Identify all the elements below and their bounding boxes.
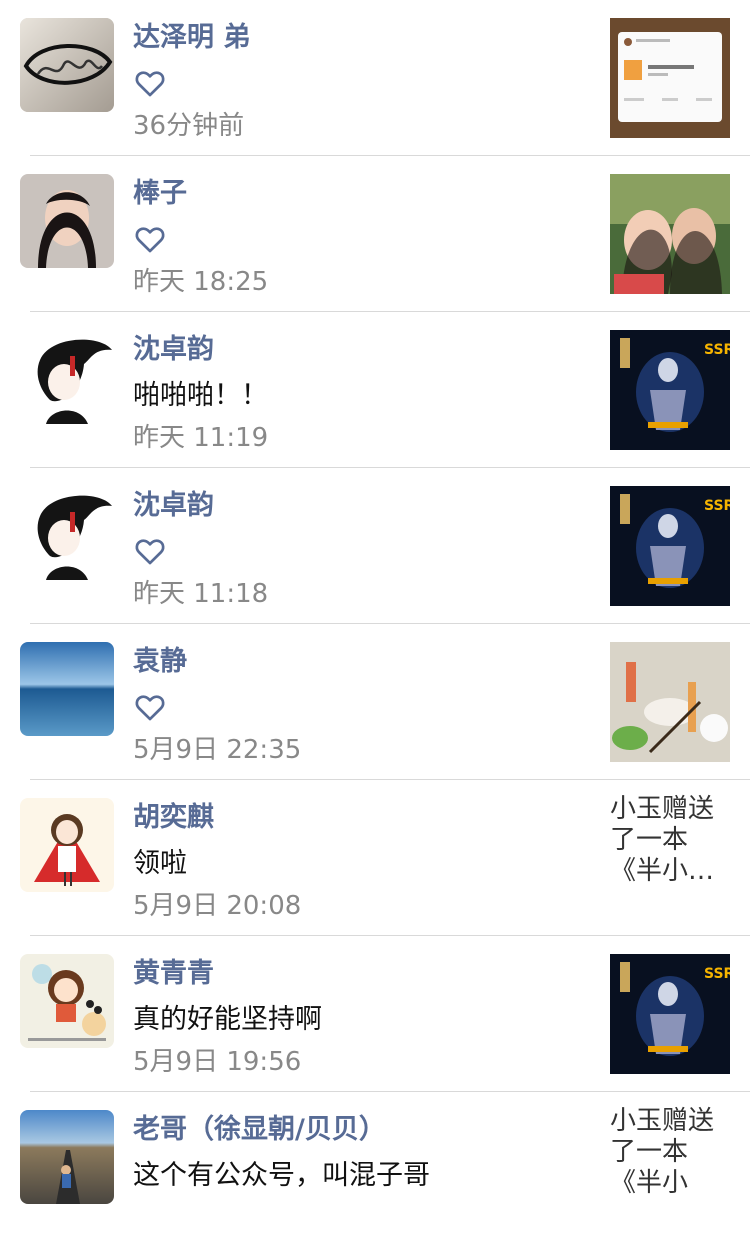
- message-row[interactable]: 棒子 昨天 18:25: [0, 156, 750, 312]
- timestamp: 5月9日 22:35: [133, 735, 302, 765]
- heart-outline-icon: [135, 539, 165, 565]
- moment-text-preview[interactable]: 小玉赠送 了一本 《半小: [610, 1106, 730, 1199]
- avatar[interactable]: [20, 1110, 114, 1204]
- message-content: 这个有公众号，叫混子哥: [133, 1160, 430, 1191]
- moment-text-preview[interactable]: 小玉赠送 了一本 《半小…: [610, 794, 730, 887]
- preview-line: 小玉赠送: [610, 794, 715, 824]
- message-row[interactable]: 沈卓韵 昨天 11:18 SSR: [0, 468, 750, 624]
- avatar[interactable]: [20, 18, 114, 112]
- message-row[interactable]: 沈卓韵 啪啪啪！！ 昨天 11:19 SSR: [0, 312, 750, 468]
- moment-thumbnail[interactable]: [610, 174, 730, 294]
- timestamp: 昨天 11:18: [133, 579, 269, 609]
- message-content: 啪啪啪！！: [133, 380, 268, 411]
- message-row[interactable]: 老哥（徐显朝/贝贝） 这个有公众号，叫混子哥 小玉赠送 了一本 《半小: [0, 1092, 750, 1248]
- message-row[interactable]: 黄青青 真的好能坚持啊 5月9日 19:56 SSR: [0, 936, 750, 1092]
- sender-name[interactable]: 袁静: [133, 642, 187, 682]
- moment-thumbnail[interactable]: [610, 18, 730, 138]
- preview-line: 了一本: [610, 825, 689, 855]
- sender-name[interactable]: 达泽明 弟: [133, 18, 250, 58]
- sender-name[interactable]: 胡奕麒: [133, 798, 214, 838]
- timestamp: 昨天 11:19: [133, 423, 269, 453]
- avatar[interactable]: [20, 954, 114, 1048]
- sender-name[interactable]: 沈卓韵: [133, 486, 214, 526]
- timestamp: 36分钟前: [133, 111, 245, 141]
- sender-name[interactable]: 棒子: [133, 174, 187, 214]
- message-row[interactable]: 达泽明 弟 36分钟前: [0, 0, 750, 156]
- message-content: 真的好能坚持啊: [133, 1004, 322, 1035]
- timestamp: 5月9日 20:08: [133, 891, 302, 921]
- heart-outline-icon: [135, 71, 165, 97]
- timestamp: 昨天 18:25: [133, 267, 269, 297]
- moment-thumbnail[interactable]: SSR: [610, 954, 730, 1074]
- avatar[interactable]: [20, 642, 114, 736]
- moment-thumbnail[interactable]: SSR: [610, 486, 730, 606]
- svg-text:SSR: SSR: [704, 966, 730, 982]
- heart-outline-icon: [135, 227, 165, 253]
- heart-outline-icon: [135, 695, 165, 721]
- avatar[interactable]: [20, 798, 114, 892]
- avatar[interactable]: [20, 174, 114, 268]
- preview-line: 《半小…: [610, 856, 715, 886]
- svg-text:SSR: SSR: [704, 498, 730, 514]
- sender-name[interactable]: 黄青青: [133, 954, 214, 994]
- message-row[interactable]: 胡奕麒 领啦 5月9日 20:08 小玉赠送 了一本 《半小…: [0, 780, 750, 936]
- avatar[interactable]: [20, 486, 114, 580]
- message-content: 领啦: [133, 848, 187, 879]
- moment-thumbnail[interactable]: SSR: [610, 330, 730, 450]
- preview-line: 了一本: [610, 1137, 689, 1167]
- timestamp: 5月9日 19:56: [133, 1047, 302, 1077]
- preview-line: 《半小: [610, 1168, 689, 1198]
- preview-line: 小玉赠送: [610, 1106, 715, 1136]
- avatar[interactable]: [20, 330, 114, 424]
- svg-text:SSR: SSR: [704, 342, 730, 358]
- moment-thumbnail[interactable]: [610, 642, 730, 762]
- sender-name[interactable]: 老哥（徐显朝/贝贝）: [133, 1110, 386, 1150]
- message-row[interactable]: 袁静 5月9日 22:35: [0, 624, 750, 780]
- sender-name[interactable]: 沈卓韵: [133, 330, 214, 370]
